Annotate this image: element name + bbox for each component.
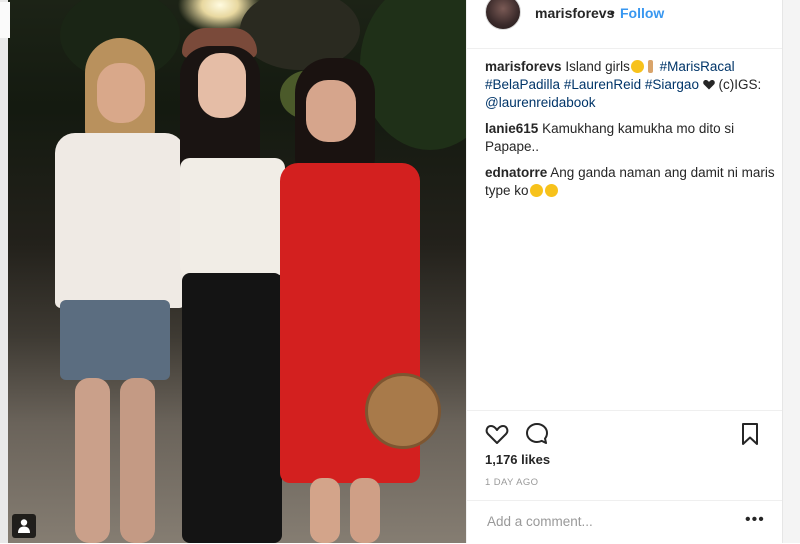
- comment-username[interactable]: ednatorre: [485, 165, 547, 180]
- header-username[interactable]: marisforevs: [535, 5, 614, 21]
- caption-text: Island girls: [565, 59, 630, 74]
- person-right: [280, 58, 441, 543]
- post-date[interactable]: 1 DAY AGO: [485, 477, 538, 488]
- bookmark-icon[interactable]: [737, 421, 763, 447]
- heart-eyes-emoji-icon: [630, 60, 644, 73]
- black-heart-emoji-icon: [702, 80, 715, 90]
- follow-button[interactable]: Follow: [620, 5, 664, 21]
- hashtag-link[interactable]: #MarisRacal: [660, 59, 735, 74]
- more-options-icon[interactable]: •••: [745, 512, 765, 528]
- post-actions: [467, 410, 783, 455]
- caption-username[interactable]: marisforevs: [485, 59, 562, 74]
- photo-top-marker: [0, 2, 10, 38]
- scrollbar[interactable]: [782, 0, 800, 543]
- person-tag-icon[interactable]: [12, 514, 36, 538]
- photo-left-edge: [0, 0, 8, 543]
- comments-list: marisforevs Island girls #MarisRacal #Be…: [485, 58, 775, 208]
- post-header: marisforevs • Follow: [467, 0, 783, 49]
- hashtag-link[interactable]: #Siargao: [645, 77, 699, 92]
- avatar[interactable]: [485, 0, 521, 30]
- person-left: [55, 38, 185, 543]
- post-photo[interactable]: [0, 0, 466, 543]
- heart-outline-icon[interactable]: [484, 421, 510, 447]
- hashtag-link[interactable]: #BelaPadilla: [485, 77, 560, 92]
- mention-link[interactable]: @laurenreidabook: [485, 95, 596, 110]
- hashtag-link[interactable]: #LaurenReid: [564, 77, 641, 92]
- comment-username[interactable]: lanie615: [485, 121, 538, 136]
- heart-eyes-emoji-icon: [544, 184, 558, 197]
- header-separator: •: [610, 4, 615, 20]
- caption-credit: (c)IGS:: [718, 77, 762, 92]
- comment-bubble-icon[interactable]: [524, 421, 550, 447]
- person-middle: [170, 28, 295, 543]
- drink-emoji-icon: [647, 60, 653, 73]
- add-comment-input[interactable]: [485, 513, 739, 530]
- post-side-panel: marisforevs • Follow marisforevs Island …: [466, 0, 783, 543]
- heart-eyes-emoji-icon: [529, 184, 543, 197]
- caption: marisforevs Island girls #MarisRacal #Be…: [485, 58, 775, 112]
- likes-count[interactable]: 1,176 likes: [485, 452, 550, 467]
- add-comment-bar: •••: [467, 500, 783, 544]
- comment-item: ednatorre Ang ganda naman ang damit ni m…: [485, 164, 775, 200]
- comment-item: lanie615 Kamukhang kamukha mo dito si Pa…: [485, 120, 775, 156]
